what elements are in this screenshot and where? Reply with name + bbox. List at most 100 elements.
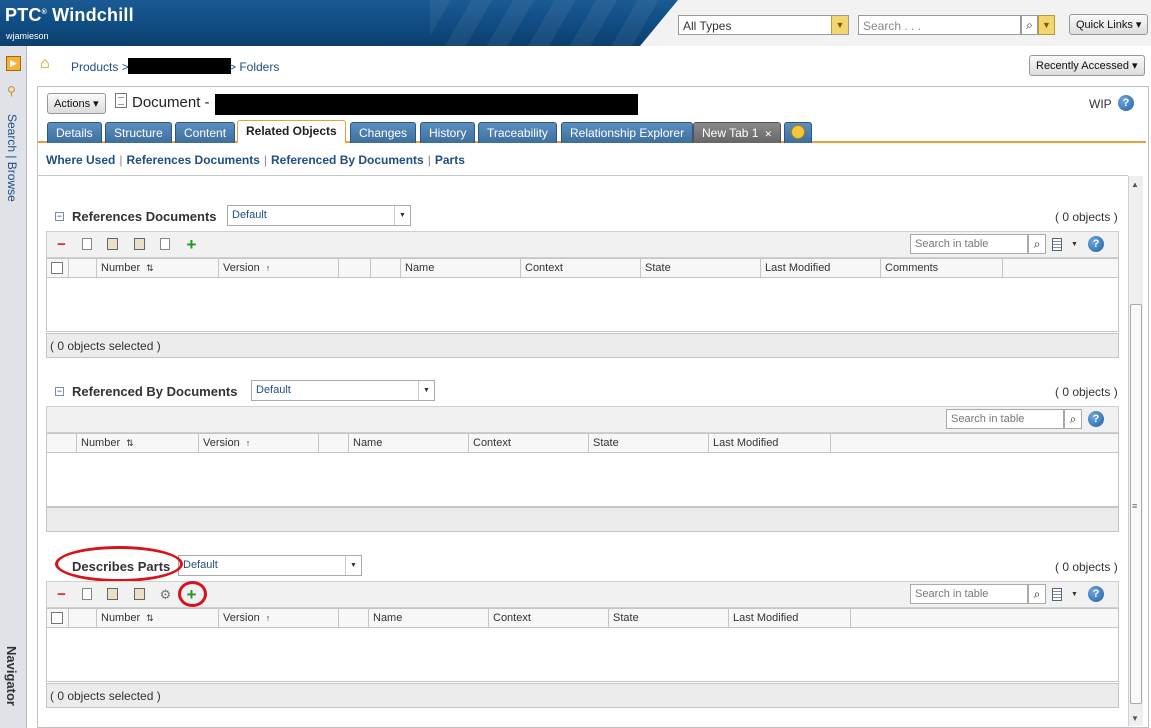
remove-icon[interactable]: −: [55, 237, 68, 252]
tab-relationship-explorer[interactable]: Relationship Explorer: [561, 122, 694, 143]
help-icon[interactable]: ?: [1118, 95, 1134, 111]
gear-icon[interactable]: ⚙: [159, 588, 172, 601]
column-last-modified[interactable]: Last Modified: [761, 259, 881, 278]
column-comments[interactable]: Comments: [881, 259, 1003, 278]
search-icon[interactable]: ⌕: [1028, 584, 1046, 604]
paste-select-icon[interactable]: [134, 238, 145, 250]
search-icon[interactable]: ⌕: [1064, 409, 1082, 429]
search-icon[interactable]: ⌕: [1021, 15, 1038, 35]
home-icon[interactable]: ⌂: [40, 55, 50, 73]
column-state[interactable]: State: [641, 259, 761, 278]
column-name[interactable]: Name: [401, 259, 521, 278]
close-tab-icon[interactable]: ✕: [764, 129, 772, 139]
help-icon[interactable]: ?: [1088, 236, 1104, 252]
referenced-by-view-select[interactable]: Default ▼: [251, 380, 435, 401]
select-all-checkbox[interactable]: [51, 612, 63, 624]
column-version[interactable]: Version ↑: [219, 609, 339, 628]
select-all-checkbox[interactable]: [51, 262, 63, 274]
chevron-down-icon[interactable]: ▼: [831, 16, 848, 34]
collapse-icon[interactable]: −: [55, 387, 64, 396]
copy-icon[interactable]: [82, 588, 92, 600]
type-select[interactable]: All Types ▼: [678, 15, 849, 35]
column-version[interactable]: Version ↑: [219, 259, 339, 278]
search-icon[interactable]: ⌕: [1028, 234, 1046, 254]
column-label: State: [645, 262, 671, 274]
search-options-chevron-icon[interactable]: ▼: [1038, 15, 1055, 35]
scroll-up-icon[interactable]: ▲: [1131, 180, 1139, 189]
link-parts[interactable]: Parts: [435, 153, 465, 167]
column-last-modified[interactable]: Last Modified: [709, 434, 831, 453]
column-settings-icon[interactable]: [1052, 588, 1062, 601]
column-version[interactable]: Version ↑: [199, 434, 319, 453]
tab-history[interactable]: History: [420, 122, 476, 143]
breadcrumb-products[interactable]: Products >: [71, 60, 129, 74]
sort-icon[interactable]: ↑: [266, 263, 271, 273]
tab-structure[interactable]: Structure: [105, 122, 172, 143]
breadcrumb-folders[interactable]: > Folders: [229, 60, 279, 74]
paste-icon[interactable]: [107, 588, 118, 600]
column-name[interactable]: Name: [349, 434, 469, 453]
quick-links-button[interactable]: Quick Links ▾: [1069, 14, 1149, 35]
column-state[interactable]: State: [589, 434, 709, 453]
column-context[interactable]: Context: [521, 259, 641, 278]
remove-icon[interactable]: −: [55, 587, 68, 602]
view-select-value: Default: [232, 209, 267, 221]
help-icon[interactable]: ?: [1088, 411, 1104, 427]
tab-changes[interactable]: Changes: [350, 122, 417, 143]
new-document-icon[interactable]: [160, 238, 170, 250]
expand-navigator-icon[interactable]: ▶: [6, 56, 21, 71]
chevron-down-icon[interactable]: ▼: [418, 381, 434, 400]
chevron-down-icon[interactable]: ▼: [394, 206, 410, 225]
tab-content[interactable]: Content: [175, 122, 236, 143]
tab-traceability[interactable]: Traceability: [478, 122, 557, 143]
help-icon[interactable]: ?: [1088, 586, 1104, 602]
actions-menu-button[interactable]: Actions ▾: [47, 93, 106, 114]
sort-icon[interactable]: ⇅: [146, 613, 154, 623]
tab-related-objects[interactable]: Related Objects: [237, 120, 346, 144]
column-context[interactable]: Context: [489, 609, 609, 628]
search-browse-tabs[interactable]: Search | Browse: [5, 114, 19, 202]
collapse-icon[interactable]: −: [55, 212, 64, 221]
app-logo[interactable]: PTC® Windchill: [5, 5, 134, 26]
references-view-select[interactable]: Default ▼: [227, 205, 411, 226]
referenced-by-table-search[interactable]: Search in table: [946, 409, 1064, 429]
describes-parts-view-select[interactable]: Default ▼: [178, 555, 362, 576]
copy-icon[interactable]: [82, 238, 92, 250]
paste-select-icon[interactable]: [134, 588, 145, 600]
paste-icon[interactable]: [107, 238, 118, 250]
sort-icon[interactable]: ↑: [266, 613, 271, 623]
column-name[interactable]: Name: [369, 609, 489, 628]
sort-icon[interactable]: ↑: [246, 438, 251, 448]
chevron-down-icon[interactable]: ▼: [345, 556, 361, 575]
add-tab-button[interactable]: [784, 122, 812, 143]
references-table-search[interactable]: Search in table: [910, 234, 1028, 254]
column-last-modified[interactable]: Last Modified: [729, 609, 851, 628]
column-context[interactable]: Context: [469, 434, 589, 453]
referenced-by-object-count: ( 0 objects ): [1055, 385, 1118, 399]
column-number[interactable]: Number ⇅: [77, 434, 199, 453]
sort-icon[interactable]: ⇅: [146, 263, 154, 273]
tab-details[interactable]: Details: [47, 122, 102, 143]
chevron-down-icon[interactable]: ▼: [1071, 241, 1078, 248]
column-settings-icon[interactable]: [1052, 238, 1062, 251]
link-referenced-by-documents[interactable]: Referenced By Documents: [271, 153, 424, 167]
add-icon[interactable]: +: [185, 236, 198, 253]
link-references-documents[interactable]: References Documents: [126, 153, 259, 167]
describes-parts-table-search[interactable]: Search in table: [910, 584, 1028, 604]
column-state[interactable]: State: [609, 609, 729, 628]
link-where-used[interactable]: Where Used: [46, 153, 115, 167]
content-scrollbar[interactable]: ▲ ≡ ▼: [1128, 176, 1143, 726]
search-key-icon[interactable]: ⚲: [7, 84, 16, 98]
tab-new-tab-1[interactable]: New Tab 1 ✕: [693, 122, 782, 143]
sort-icon[interactable]: ⇅: [126, 438, 134, 448]
recently-accessed-button[interactable]: Recently Accessed ▾: [1029, 55, 1145, 76]
referenced-by-table-body: [46, 453, 1119, 507]
chevron-down-icon[interactable]: ▼: [1071, 591, 1078, 598]
global-search-input[interactable]: Search . . .: [858, 15, 1021, 35]
column-number[interactable]: Number ⇅: [97, 609, 219, 628]
search-placeholder: Search . . .: [863, 19, 922, 33]
references-table-body: [46, 278, 1119, 332]
scroll-down-icon[interactable]: ▼: [1131, 714, 1139, 723]
column-number[interactable]: Number ⇅: [97, 259, 219, 278]
navigator-label[interactable]: Navigator: [4, 646, 19, 706]
